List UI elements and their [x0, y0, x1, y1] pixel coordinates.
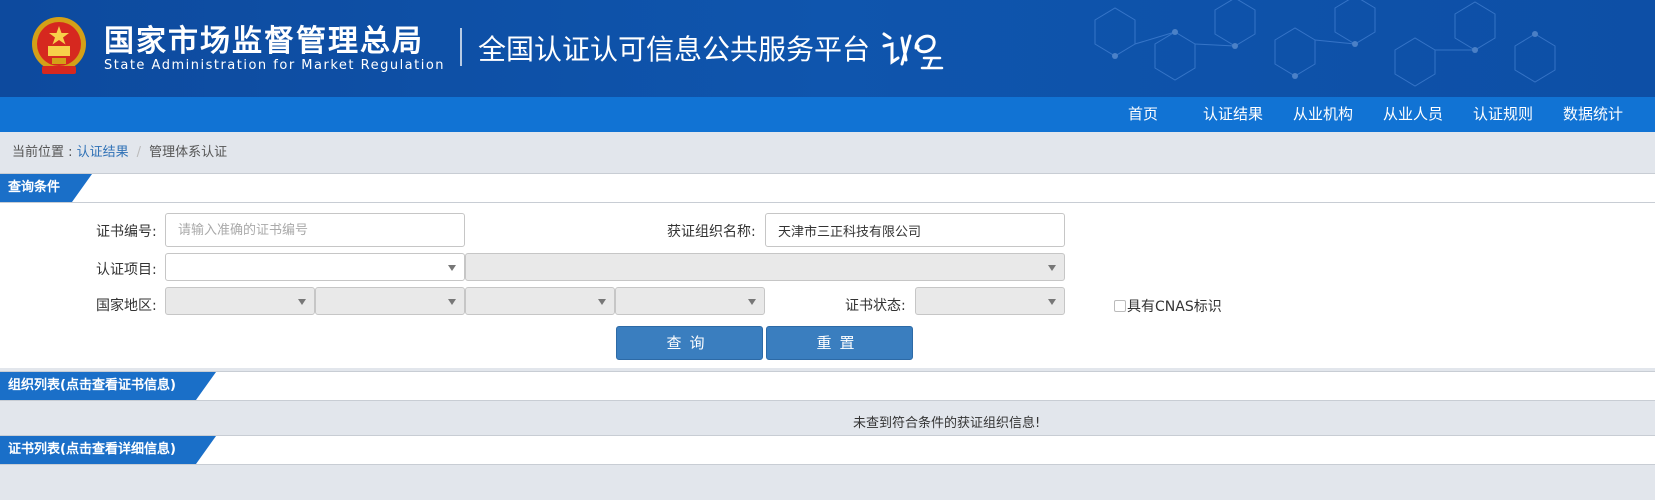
cert-list-section-header: 证书列表(点击查看详细信息) [0, 435, 1655, 465]
org-list-section-title: 组织列表(点击查看证书信息) [0, 372, 216, 400]
site-header: 国家市场监督管理总局 State Administration for Mark… [0, 0, 1655, 97]
agency-name-cn: 国家市场监督管理总局 [104, 24, 424, 59]
project-category-select[interactable] [165, 253, 465, 281]
main-nav: 首页 认证结果 从业机构 从业人员 认证规则 数据统计 [0, 97, 1655, 132]
project-label: 认证项目: [96, 262, 157, 278]
chevron-down-icon [448, 265, 456, 271]
cert-status-select[interactable] [915, 287, 1065, 315]
breadcrumb-separator: / [136, 145, 142, 160]
breadcrumb-link-cert-results[interactable]: 认证结果 [77, 145, 129, 160]
breadcrumb: 当前位置 : 认证结果 / 管理体系认证 [12, 141, 227, 160]
query-form: 证书编号: 获证组织名称: 认证项目: 国家地区: 证书状态: 具有CNAS标识… [0, 203, 1655, 368]
status-label: 证书状态: [845, 298, 906, 314]
breadcrumb-current: 管理体系认证 [149, 145, 228, 160]
cnas-checkbox-wrap[interactable]: 具有CNAS标识 [1114, 296, 1222, 316]
agency-name-en: State Administration for Market Regulati… [104, 58, 446, 73]
nav-item-cert-rules[interactable]: 认证规则 [1473, 97, 1533, 132]
region-district-select[interactable] [615, 287, 765, 315]
region-country-select[interactable] [165, 287, 315, 315]
query-section-header: 查询条件 [0, 173, 1655, 203]
hexagon-pattern-background [1094, 0, 1556, 87]
nav-item-home[interactable]: 首页 [1128, 97, 1158, 132]
org-name-input[interactable] [765, 213, 1065, 247]
cnas-checkbox-label: 具有CNAS标识 [1127, 299, 1222, 315]
renyiyun-logo-icon [882, 32, 944, 70]
cert-no-label: 证书编号: [96, 224, 157, 240]
chevron-down-icon [1048, 265, 1056, 271]
chevron-down-icon [1048, 299, 1056, 305]
cert-list-section-title: 证书列表(点击查看详细信息) [0, 436, 216, 464]
org-name-label: 获证组织名称: [667, 224, 756, 240]
org-list-empty-row: 未查到符合条件的获证组织信息! [0, 405, 1655, 435]
nav-item-personnel[interactable]: 从业人员 [1383, 97, 1443, 132]
chevron-down-icon [448, 299, 456, 305]
reset-button[interactable]: 重置 [766, 326, 913, 360]
national-emblem-icon [32, 17, 86, 74]
chevron-down-icon [748, 299, 756, 305]
breadcrumb-prefix: 当前位置 : [12, 145, 77, 160]
chevron-down-icon [298, 299, 306, 305]
project-subcategory-select[interactable] [465, 253, 1065, 281]
nav-item-statistics[interactable]: 数据统计 [1563, 97, 1623, 132]
nav-item-cert-results[interactable]: 认证结果 [1203, 97, 1263, 132]
query-section-title: 查询条件 [0, 174, 92, 202]
cert-no-input[interactable] [165, 213, 465, 247]
region-label: 国家地区: [96, 298, 157, 314]
platform-name: 全国认证认可信息公共服务平台 [478, 33, 871, 66]
org-list-empty-message: 未查到符合条件的获证组织信息! [853, 416, 1041, 431]
header-divider [460, 28, 462, 66]
query-button[interactable]: 查询 [616, 326, 763, 360]
cnas-checkbox[interactable] [1114, 300, 1126, 312]
org-list-section-header: 组织列表(点击查看证书信息) [0, 371, 1655, 401]
region-city-select[interactable] [465, 287, 615, 315]
nav-item-institutions[interactable]: 从业机构 [1293, 97, 1353, 132]
chevron-down-icon [598, 299, 606, 305]
region-province-select[interactable] [315, 287, 465, 315]
